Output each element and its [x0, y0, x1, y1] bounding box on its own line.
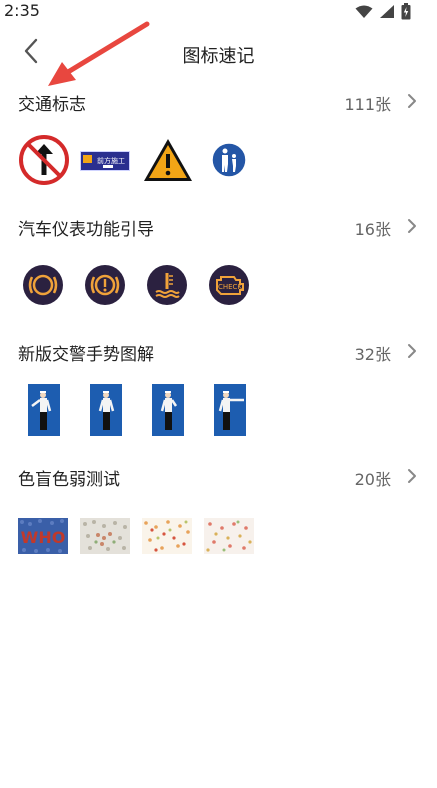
chevron-right-icon [405, 217, 419, 235]
signal-icon [379, 4, 395, 23]
section-count: 111张 [344, 95, 391, 114]
traffic-police-gesture-3-image[interactable] [152, 384, 184, 436]
check-engine-icon[interactable]: CHECK [208, 264, 250, 306]
traffic-police-gesture-4-image[interactable] [214, 384, 246, 436]
traffic-police-gesture-2-image[interactable] [90, 384, 122, 436]
traffic-police-gesture-1-image[interactable] [28, 384, 60, 436]
road-work-ahead-sign-icon[interactable]: 前方施工 [80, 150, 130, 172]
chevron-right-icon [405, 92, 419, 110]
page-title: 图标速记 [182, 46, 255, 67]
brake-system-icon[interactable] [84, 264, 126, 306]
color-test-plate-3-image[interactable] [142, 518, 192, 554]
who-label: WHO [21, 528, 66, 547]
thumbnail-row-traffic-signs: 前方施工 [18, 134, 258, 190]
battery-icon [401, 3, 411, 24]
no-straight-sign-icon[interactable] [18, 134, 70, 186]
status-time: 2:35 [4, 1, 40, 20]
chevron-right-icon [405, 467, 419, 485]
section-title: 色盲色弱测试 [18, 470, 120, 490]
check-engine-label: CHECK [218, 283, 242, 291]
status-bar: 2:35 [0, 0, 437, 24]
color-test-plate-4-image[interactable] [204, 518, 254, 554]
thumbnail-row-car-instruments: CHECK [18, 262, 258, 318]
section-title: 新版交警手势图解 [18, 345, 154, 365]
color-test-who-image[interactable]: WHO [18, 518, 68, 554]
color-test-plate-2-image[interactable] [80, 518, 130, 554]
status-icons [355, 3, 411, 24]
section-title: 交通标志 [18, 95, 86, 115]
coolant-temperature-icon[interactable] [146, 264, 188, 306]
section-header-color-blindness[interactable]: 色盲色弱测试 20张 [0, 461, 437, 491]
road-work-label: 前方施工 [97, 156, 125, 165]
header: 图标速记 [0, 30, 437, 76]
section-count: 32张 [354, 345, 391, 364]
section-header-car-instruments[interactable]: 汽车仪表功能引导 16张 [0, 211, 437, 241]
section-count: 20张 [354, 470, 391, 489]
pedestrian-sign-icon[interactable] [210, 141, 248, 179]
section-header-police-gestures[interactable]: 新版交警手势图解 32张 [0, 336, 437, 366]
wifi-icon [355, 4, 373, 23]
warning-triangle-sign-icon[interactable] [142, 136, 194, 184]
section-title: 汽车仪表功能引导 [18, 220, 154, 240]
thumbnail-row-police-gestures [18, 384, 258, 440]
section-header-traffic-signs[interactable]: 交通标志 111张 [0, 86, 437, 116]
thumbnail-row-color-blindness: WHO [18, 516, 258, 572]
section-count: 16张 [354, 220, 391, 239]
brake-warning-icon[interactable] [22, 264, 64, 306]
chevron-right-icon [405, 342, 419, 360]
